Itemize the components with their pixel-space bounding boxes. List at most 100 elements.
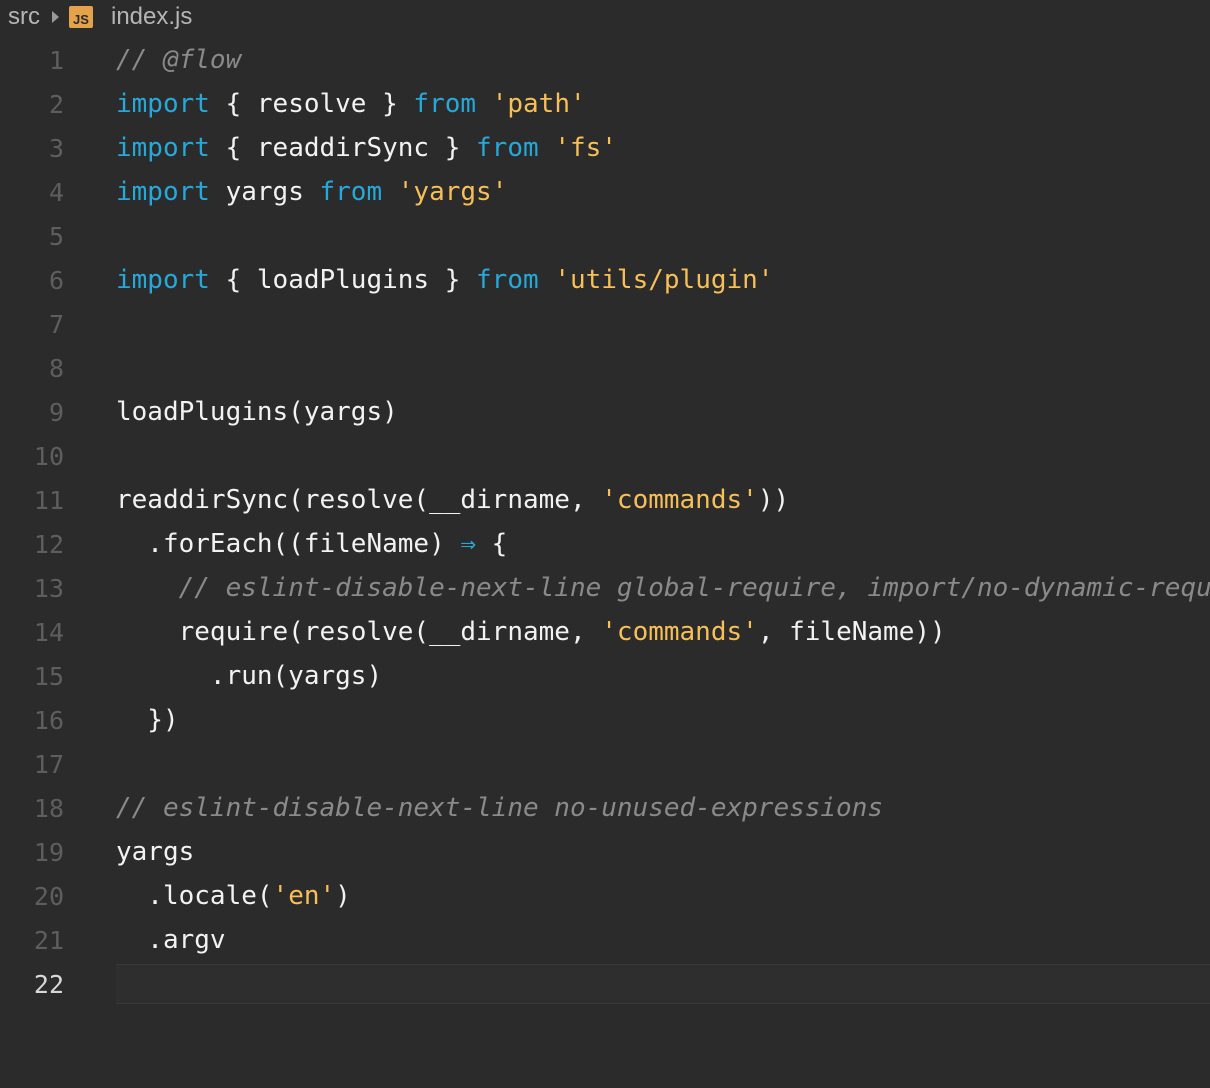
code-token: loadPlugins(yargs)	[116, 397, 398, 427]
code-token: import	[116, 89, 210, 119]
code-token: {	[476, 529, 508, 559]
code-line[interactable]: 2 import { resolve } from 'path'	[0, 82, 1210, 126]
line-number: 19	[33, 837, 64, 867]
code-line[interactable]: 1 // @flow	[0, 38, 1210, 82]
code-token: 'yargs'	[397, 177, 508, 207]
code-token: { readdirSync }	[209, 133, 477, 163]
breadcrumb-file[interactable]: index.js	[111, 3, 192, 31]
line-number: 9	[48, 397, 64, 427]
code-token: 'path'	[491, 89, 586, 119]
code-line[interactable]: 12 .forEach((fileName) ⇒ {	[0, 522, 1210, 566]
breadcrumb: src JS index.js	[0, 0, 1210, 34]
line-number: 18	[33, 793, 64, 823]
code-token: from	[319, 177, 383, 207]
code-text: import { readdirSync } from 'fs'	[116, 126, 617, 170]
code-token: // eslint-disable-next-line global-requi…	[178, 573, 1210, 603]
code-token: })	[116, 705, 179, 735]
code-text: import { resolve } from 'path'	[116, 82, 586, 126]
code-token: yargs	[116, 837, 195, 867]
line-number: 1	[48, 45, 64, 75]
code-text: .locale('en')	[116, 874, 351, 918]
code-text: .argv	[116, 918, 226, 962]
code-line[interactable]: 6 import { loadPlugins } from 'utils/plug…	[0, 258, 1210, 302]
code-line[interactable]: 14 require(resolve(__dirname, 'commands'…	[0, 610, 1210, 654]
code-line[interactable]: 5	[0, 214, 1210, 258]
code-line[interactable]: 9 loadPlugins(yargs)	[0, 390, 1210, 434]
code-line[interactable]: 20 .locale('en')	[0, 874, 1210, 918]
code-line[interactable]: 22	[0, 962, 1210, 1006]
code-line[interactable]: 19 yargs	[0, 830, 1210, 874]
code-token: from	[413, 89, 477, 119]
line-number: 21	[33, 925, 64, 955]
line-number: 5	[48, 221, 64, 251]
code-text: // @flow	[116, 38, 241, 82]
code-token: // eslint-disable-next-line no-unused-ex…	[116, 793, 884, 823]
code-token: import	[116, 177, 210, 207]
code-token: { resolve }	[209, 89, 414, 119]
current-line-highlight	[116, 964, 1210, 1004]
code-token: 'commands'	[601, 485, 758, 515]
line-number: 13	[33, 573, 64, 603]
line-number: 2	[48, 89, 64, 119]
code-text: loadPlugins(yargs)	[116, 390, 398, 434]
code-line[interactable]: 8	[0, 346, 1210, 390]
code-token: { loadPlugins }	[209, 265, 477, 295]
code-token: , fileName))	[757, 617, 946, 647]
line-number: 14	[33, 617, 64, 647]
code-line[interactable]: 21 .argv	[0, 918, 1210, 962]
code-text: yargs	[116, 830, 194, 874]
line-number: 10	[33, 441, 64, 471]
code-line[interactable]: 10	[0, 434, 1210, 478]
line-number: 11	[33, 485, 64, 515]
code-token: from	[476, 265, 539, 295]
code-line[interactable]: 17	[0, 742, 1210, 786]
code-token: import	[116, 265, 210, 295]
line-number: 4	[48, 177, 64, 207]
code-line[interactable]: 3 import { readdirSync } from 'fs'	[0, 126, 1210, 170]
code-token: .argv	[116, 925, 226, 955]
line-number: 17	[33, 749, 64, 779]
code-line[interactable]: 7	[0, 302, 1210, 346]
code-line[interactable]: 18 // eslint-disable-next-line no-unused-…	[0, 786, 1210, 830]
code-token: 'commands'	[601, 617, 758, 647]
code-token: .run(yargs)	[116, 661, 383, 691]
line-number: 15	[33, 661, 64, 691]
code-line[interactable]: 15 .run(yargs)	[0, 654, 1210, 698]
line-number: 8	[48, 353, 64, 383]
code-token: 'utils/plugin'	[554, 265, 774, 295]
line-number: 16	[33, 705, 64, 735]
line-number: 3	[48, 133, 64, 163]
line-number: 7	[48, 309, 64, 339]
code-token: )	[335, 881, 351, 911]
line-number: 12	[33, 529, 64, 559]
line-number: 6	[48, 265, 64, 295]
code-token: .forEach((fileName)	[116, 529, 461, 559]
code-text: import { loadPlugins } from 'utils/plugi…	[116, 258, 773, 302]
code-token: import	[116, 133, 210, 163]
code-text: require(resolve(__dirname, 'commands', f…	[116, 610, 946, 654]
code-text: })	[116, 698, 179, 742]
code-text: readdirSync(resolve(__dirname, 'commands…	[116, 478, 789, 522]
code-token: yargs	[209, 177, 320, 207]
code-line[interactable]: 16 })	[0, 698, 1210, 742]
code-line[interactable]: 4 import yargs from 'yargs'	[0, 170, 1210, 214]
code-text: .forEach((fileName) ⇒ {	[116, 522, 507, 566]
code-text: // eslint-disable-next-line global-requi…	[116, 566, 1210, 610]
code-line[interactable]: 11 readdirSync(resolve(__dirname, 'comman…	[0, 478, 1210, 522]
code-text: .run(yargs)	[116, 654, 382, 698]
code-text: // eslint-disable-next-line no-unused-ex…	[116, 786, 883, 830]
code-token: .locale(	[116, 881, 273, 911]
code-token: ⇒	[460, 529, 477, 559]
line-number: 20	[33, 881, 64, 911]
code-token: from	[476, 133, 539, 163]
code-line[interactable]: 13 // eslint-disable-next-line global-re…	[0, 566, 1210, 610]
js-file-icon: JS	[69, 6, 93, 28]
code-token: readdirSync(resolve(__dirname,	[116, 485, 602, 515]
code-editor[interactable]: 1 // @flow 2 import { resolve } from 'path'…	[0, 38, 1210, 1006]
breadcrumb-folder[interactable]: src	[8, 3, 40, 31]
code-token: // @flow	[116, 45, 242, 75]
code-token: 'fs'	[554, 133, 617, 163]
